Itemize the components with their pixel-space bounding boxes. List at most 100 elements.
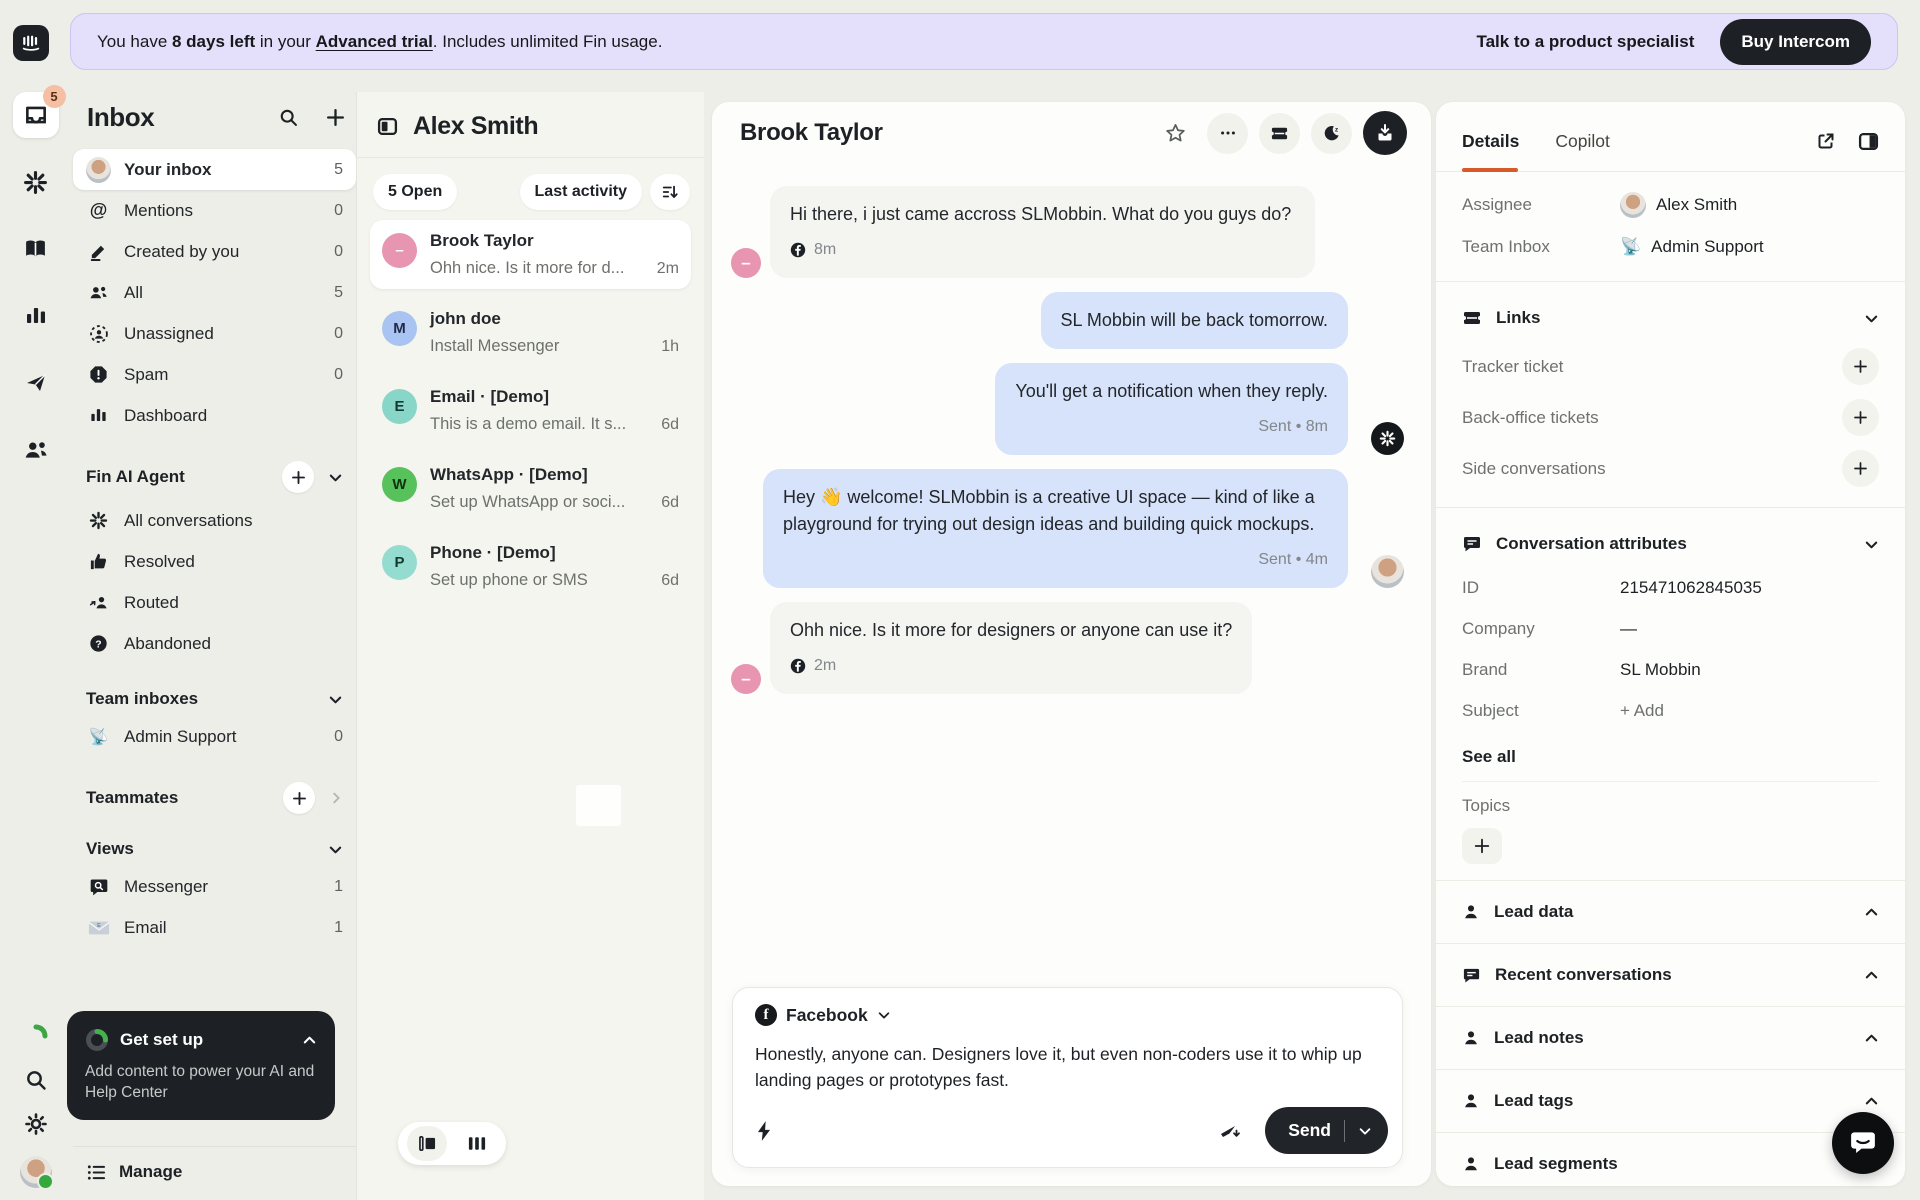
- links-section-header[interactable]: Links: [1462, 295, 1879, 341]
- company-label: Company: [1462, 618, 1535, 638]
- get-set-up-card[interactable]: Get set up Add content to power your AI …: [67, 1011, 335, 1120]
- shortcuts-lightning-icon[interactable]: [755, 1120, 773, 1142]
- team-inboxes-section-header[interactable]: Team inboxes: [73, 689, 356, 709]
- assignee-value[interactable]: Alex Smith: [1620, 192, 1737, 218]
- sidebar-item-all[interactable]: All 5: [73, 272, 356, 313]
- collapse-panel-icon[interactable]: [377, 116, 398, 137]
- external-link-icon[interactable]: [1816, 131, 1836, 151]
- ticket-icon[interactable]: [1259, 112, 1300, 154]
- see-all-link[interactable]: See all: [1462, 747, 1879, 767]
- chat-panel: Brook Taylor z – Hi there, i just came a…: [712, 102, 1431, 1186]
- teammates-section-header[interactable]: Teammates: [73, 782, 356, 814]
- composer-input[interactable]: Honestly, anyone can. Designers love it,…: [755, 1041, 1380, 1093]
- subject-add-button[interactable]: + Add: [1620, 701, 1664, 721]
- sort-order-pill[interactable]: Last activity: [519, 174, 642, 210]
- lead-tags-section[interactable]: Lead tags: [1436, 1069, 1905, 1132]
- chevron-up-icon[interactable]: [1864, 1031, 1879, 1046]
- views-chevron-down-icon[interactable]: [328, 842, 343, 857]
- conversation-row-whatsapp-demo[interactable]: W WhatsApp · [Demo] Set up WhatsApp or s…: [370, 454, 691, 523]
- intercom-launcher-button[interactable]: [1832, 1112, 1894, 1174]
- lead-data-section[interactable]: Lead data: [1436, 880, 1905, 943]
- channel-selector[interactable]: f Facebook: [755, 1004, 1380, 1026]
- tracker-ticket-row: Tracker ticket: [1462, 341, 1879, 392]
- sidebar-search-icon[interactable]: [278, 107, 299, 128]
- buy-intercom-button[interactable]: Buy Intercom: [1720, 18, 1871, 65]
- sidebar-item-mentions[interactable]: @ Mentions 0: [73, 190, 356, 231]
- conversation-row-email-demo[interactable]: E Email · [Demo] This is a demo email. I…: [370, 376, 691, 445]
- rail-fin-ai-button[interactable]: [13, 159, 59, 205]
- conversation-attributes-header[interactable]: Conversation attributes: [1462, 521, 1879, 567]
- recent-conversations-section[interactable]: Recent conversations: [1436, 943, 1905, 1006]
- sidebar-item-routed[interactable]: Routed: [73, 582, 356, 623]
- conversation-list-panel: Alex Smith 5 Open Last activity – Brook …: [356, 92, 704, 1200]
- sidebar-item-your-inbox[interactable]: Your inbox 5: [73, 149, 356, 190]
- sidebar-item-abandoned[interactable]: ? Abandoned: [73, 623, 356, 664]
- conversation-row-brook-taylor[interactable]: – Brook Taylor Ohh nice. Is it more for …: [370, 220, 691, 289]
- close-conversation-icon[interactable]: [1363, 111, 1407, 155]
- split-view-icon[interactable]: [407, 1126, 447, 1161]
- snooze-icon[interactable]: z: [1311, 112, 1352, 154]
- more-options-icon[interactable]: [1207, 112, 1248, 154]
- sidebar-item-unassigned[interactable]: Unassigned 0: [73, 313, 356, 354]
- side-panel-icon[interactable]: [1858, 131, 1879, 152]
- rail-knowledge-button[interactable]: [13, 226, 59, 272]
- star-icon[interactable]: [1155, 113, 1196, 154]
- sidebar-item-spam[interactable]: Spam 0: [73, 354, 356, 395]
- lead-notes-section[interactable]: Lead notes: [1436, 1006, 1905, 1069]
- sidebar-item-messenger[interactable]: Messenger 1: [73, 866, 356, 907]
- sidebar-item-admin-support[interactable]: 📡 Admin Support 0: [73, 716, 356, 757]
- talk-to-specialist-link[interactable]: Talk to a product specialist: [1476, 32, 1694, 52]
- sidebar-item-all-conversations[interactable]: All conversations: [73, 500, 356, 541]
- ai-compose-icon[interactable]: [1219, 1120, 1243, 1142]
- rail-outbound-button[interactable]: [13, 360, 59, 406]
- sidebar-item-email[interactable]: E Email 1: [73, 907, 356, 948]
- send-button[interactable]: Send: [1265, 1107, 1388, 1154]
- rail-settings-gear-icon[interactable]: [24, 1112, 48, 1136]
- tab-details[interactable]: Details: [1462, 131, 1519, 152]
- links-chevron-down-icon[interactable]: [1864, 311, 1879, 326]
- fin-ai-agent-section-header[interactable]: Fin AI Agent: [73, 461, 356, 493]
- fin-bot-avatar: [1371, 422, 1404, 455]
- unassigned-icon: [86, 324, 111, 344]
- views-section-header[interactable]: Views: [73, 839, 356, 859]
- tab-copilot[interactable]: Copilot: [1555, 131, 1609, 152]
- column-view-icon[interactable]: [457, 1126, 497, 1161]
- conversation-row-phone-demo[interactable]: P Phone · [Demo] Set up phone or SMS 6d: [370, 532, 691, 601]
- add-side-conversation-icon[interactable]: [1842, 450, 1879, 487]
- sort-direction-icon[interactable]: [650, 174, 690, 210]
- add-topic-button[interactable]: [1462, 828, 1502, 864]
- chevron-up-icon[interactable]: [1864, 1094, 1879, 1109]
- rail-reports-button[interactable]: [13, 293, 59, 339]
- open-filter-pill[interactable]: 5 Open: [373, 174, 458, 210]
- sidebar-item-dashboard[interactable]: Dashboard: [73, 395, 356, 436]
- setup-chevron-up-icon[interactable]: [302, 1033, 317, 1048]
- teammates-add-icon[interactable]: [283, 782, 315, 814]
- fin-chevron-down-icon[interactable]: [328, 470, 343, 485]
- sidebar-item-resolved[interactable]: Resolved: [73, 541, 356, 582]
- reply-composer[interactable]: f Facebook Honestly, anyone can. Designe…: [732, 987, 1403, 1168]
- brand-value: SL Mobbin: [1620, 659, 1701, 679]
- ticket-icon: [1462, 308, 1482, 328]
- attributes-chevron-down-icon[interactable]: [1864, 537, 1879, 552]
- sidebar-item-created-by-you[interactable]: Created by you 0: [73, 231, 356, 272]
- team-inbox-value[interactable]: 📡 Admin Support: [1620, 237, 1764, 257]
- add-back-office-ticket-icon[interactable]: [1842, 399, 1879, 436]
- chevron-up-icon[interactable]: [1864, 905, 1879, 920]
- chevron-up-icon[interactable]: [1864, 968, 1879, 983]
- manage-button[interactable]: Manage: [73, 1146, 356, 1197]
- topics-label: Topics: [1462, 796, 1511, 815]
- list-view-toggle[interactable]: [398, 1122, 506, 1165]
- fin-add-icon[interactable]: [282, 461, 314, 493]
- new-conversation-plus-icon[interactable]: [325, 107, 346, 128]
- rail-search-icon[interactable]: [24, 1068, 48, 1092]
- conversation-row-john-doe[interactable]: M john doe Install Messenger 1h: [370, 298, 691, 367]
- team-inboxes-chevron-down-icon[interactable]: [328, 692, 343, 707]
- teammates-chevron-right-icon[interactable]: [329, 791, 343, 805]
- rail-user-avatar[interactable]: [19, 1156, 54, 1190]
- advanced-trial-link[interactable]: Advanced trial: [316, 32, 433, 51]
- rail-inbox-button[interactable]: 5: [12, 85, 66, 138]
- setup-progress-icon[interactable]: [24, 1024, 48, 1048]
- add-tracker-ticket-icon[interactable]: [1842, 348, 1879, 385]
- rail-contacts-button[interactable]: [13, 427, 59, 473]
- send-options-chevron-icon[interactable]: [1358, 1124, 1372, 1138]
